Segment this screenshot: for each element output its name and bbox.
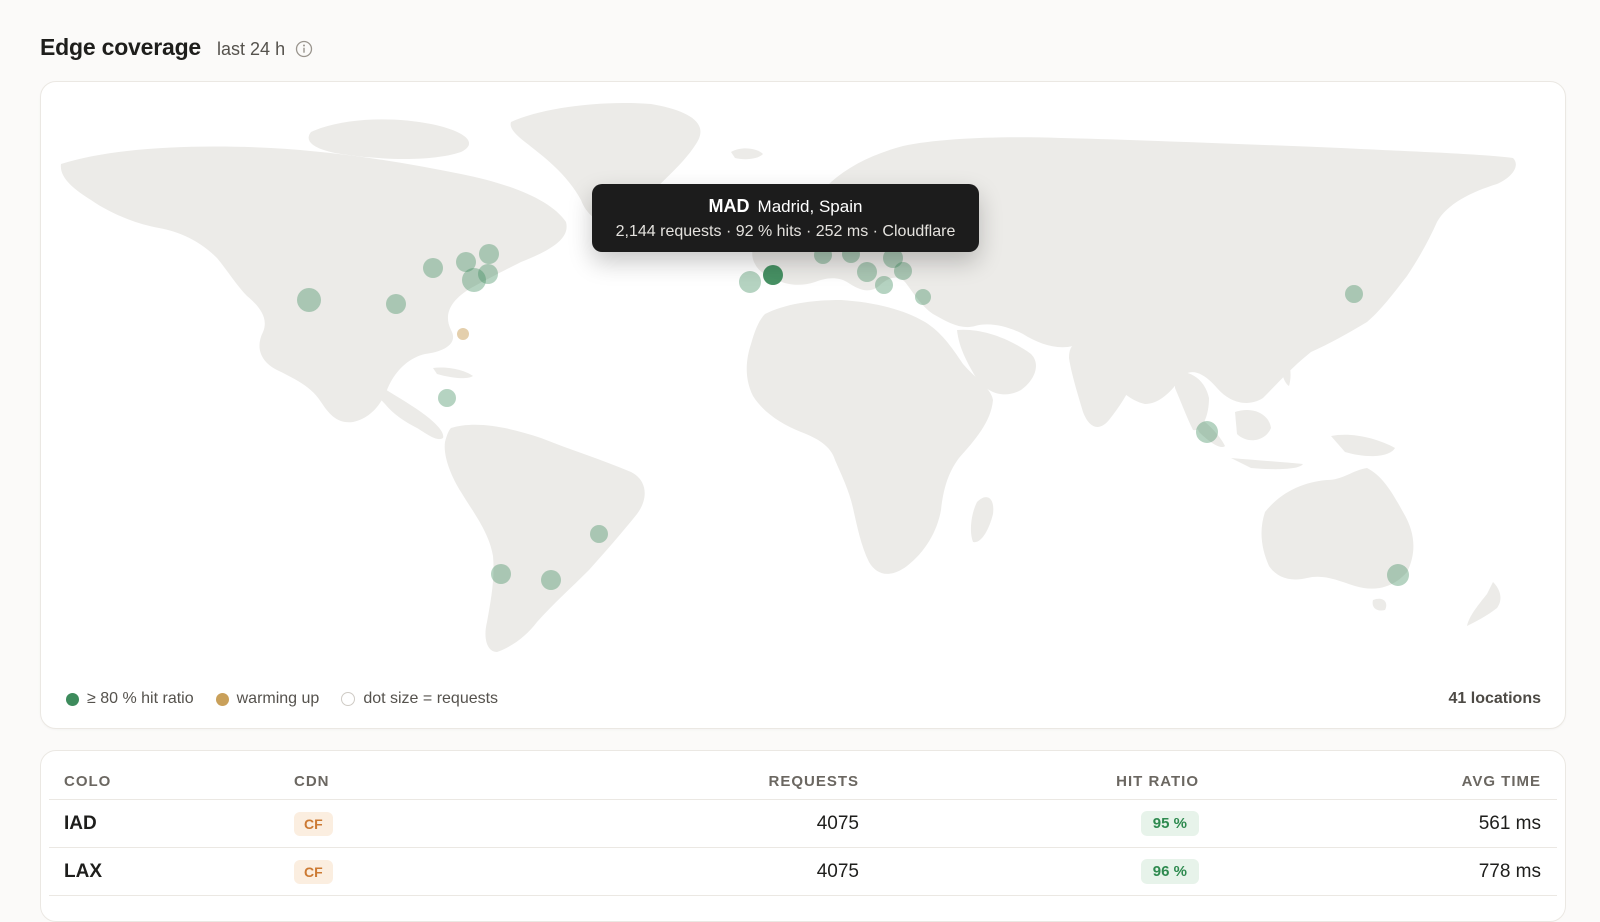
location-dot[interactable]	[590, 525, 608, 543]
location-count: 41 locations	[1448, 690, 1541, 707]
location-tooltip: MAD Madrid, Spain 2,144 requests · 92 % h…	[592, 184, 979, 252]
hit-ratio-badge: 95 %	[1140, 811, 1199, 836]
location-dot[interactable]	[894, 262, 912, 280]
avg-time-value: 778 ms	[1478, 860, 1541, 882]
location-dot[interactable]	[915, 289, 931, 305]
location-dot[interactable]	[423, 258, 443, 278]
location-dot[interactable]	[1345, 285, 1363, 303]
location-dot[interactable]	[438, 389, 456, 407]
requests-value: 4075	[816, 812, 859, 834]
section-header: Edge coverage last 24 h	[40, 34, 313, 61]
location-dot[interactable]	[857, 262, 877, 282]
table-header: COLO CDN REQUESTS HIT RATIO AVG TIME	[49, 763, 1557, 800]
location-dot[interactable]	[297, 288, 321, 312]
column-header-colo[interactable]: COLO	[64, 773, 111, 790]
location-dot-warming[interactable]	[457, 328, 469, 340]
world-map[interactable]	[41, 82, 1565, 682]
column-header-cdn[interactable]: CDN	[294, 773, 330, 790]
info-icon[interactable]	[295, 40, 313, 58]
location-dot[interactable]	[541, 570, 561, 590]
legend-warming: warming up	[215, 690, 320, 708]
colo-table: COLO CDN REQUESTS HIT RATIO AVG TIME IAD…	[40, 750, 1566, 922]
location-dot[interactable]	[875, 276, 893, 294]
location-dot[interactable]	[386, 294, 406, 314]
map-card: MAD Madrid, Spain 2,144 requests · 92 % h…	[40, 81, 1566, 729]
hit-ratio-badge: 96 %	[1140, 859, 1199, 884]
tooltip-colo-code: MAD	[708, 196, 750, 216]
location-dot[interactable]	[1196, 421, 1218, 443]
location-dot[interactable]	[462, 268, 486, 292]
cdn-badge: CF	[294, 859, 333, 884]
hollow-dot-icon	[341, 692, 356, 706]
legend-size: dot size = requests	[341, 690, 498, 708]
tooltip-place: Madrid, Spain	[757, 197, 863, 216]
cdn-badge: CF	[294, 811, 333, 836]
tooltip-stats: 2,144 requests · 92 % hits · 252 ms · Cl…	[615, 223, 956, 240]
legend-size-label: dot size = requests	[363, 690, 499, 707]
legend-warming-label: warming up	[236, 690, 320, 707]
time-range-label: last 24 h	[217, 39, 286, 59]
page-title: Edge coverage	[40, 34, 202, 60]
table-row[interactable]: IAD CF 4075 95 % 561 ms	[49, 800, 1557, 848]
requests-value: 4075	[816, 860, 859, 882]
column-header-hit-ratio[interactable]: HIT RATIO	[1116, 773, 1199, 790]
map-legend: ≥ 80 % hit ratio warming up dot size = r…	[66, 690, 498, 708]
column-header-avg-time[interactable]: AVG TIME	[1462, 773, 1541, 790]
location-dot[interactable]	[1387, 564, 1409, 586]
colo-code: IAD	[64, 812, 97, 834]
colo-code: LAX	[64, 860, 102, 882]
legend-healthy: ≥ 80 % hit ratio	[66, 690, 194, 708]
location-dot[interactable]	[491, 564, 511, 584]
green-dot-icon	[66, 692, 79, 706]
legend-healthy-label: ≥ 80 % hit ratio	[87, 690, 194, 707]
avg-time-value: 561 ms	[1478, 812, 1541, 834]
amber-dot-icon	[215, 692, 229, 706]
location-dot[interactable]	[479, 244, 499, 264]
location-dot-selected[interactable]	[763, 265, 783, 285]
column-header-requests[interactable]: REQUESTS	[768, 773, 859, 790]
location-dot[interactable]	[739, 271, 761, 293]
table-row[interactable]: LAX CF 4075 96 % 778 ms	[49, 848, 1557, 896]
